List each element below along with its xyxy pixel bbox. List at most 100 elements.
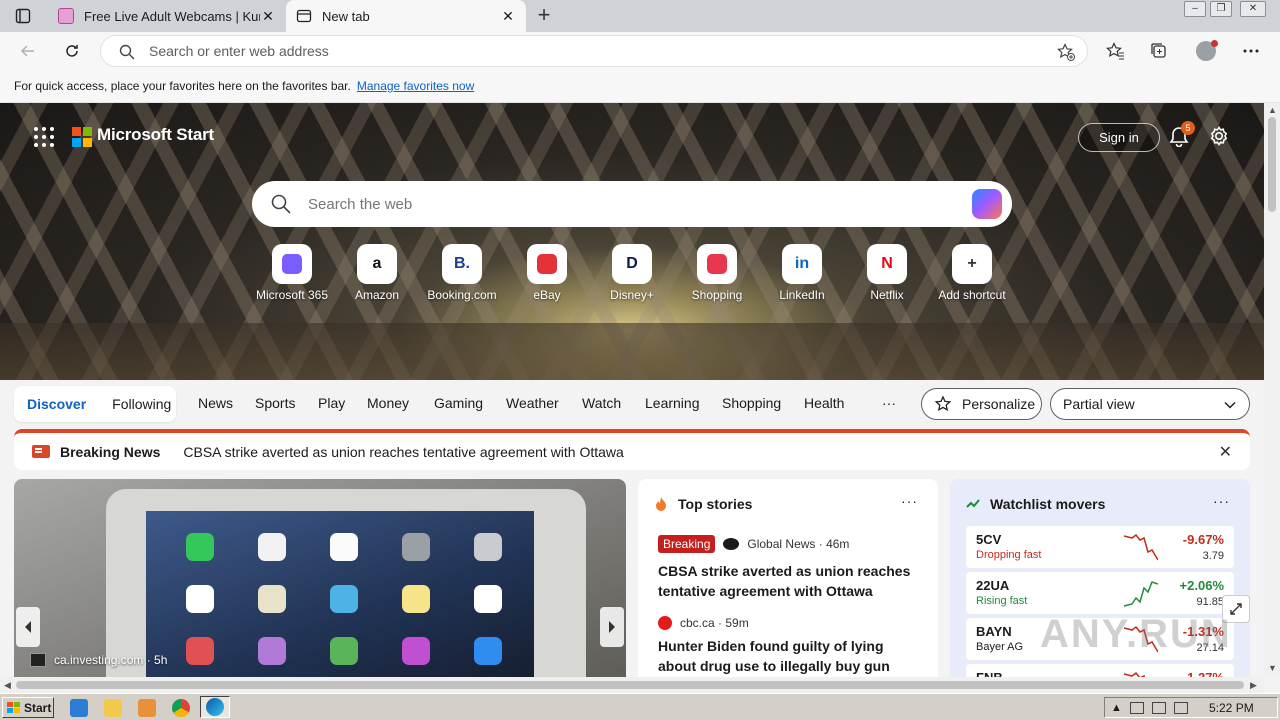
- ticker-change: -1.27%: [1183, 670, 1224, 677]
- shortcut-amazon[interactable]: a Amazon: [335, 244, 419, 302]
- watchlist-row[interactable]: 5CV Dropping fast -9.67% 3.79: [966, 526, 1234, 568]
- brand-title[interactable]: Microsoft Start: [97, 125, 214, 145]
- card-more-button[interactable]: ···: [901, 493, 918, 509]
- scroll-right-icon[interactable]: ▶: [1250, 680, 1257, 691]
- tab-webcams[interactable]: Free Live Adult Webcams | KumC ✕: [48, 0, 286, 32]
- shortcut-ebay[interactable]: eBay: [505, 244, 589, 302]
- internet-explorer-icon[interactable]: [70, 699, 88, 717]
- shortcut-shopping[interactable]: Shopping: [675, 244, 759, 302]
- scroll-up-icon[interactable]: ▲: [1268, 105, 1277, 115]
- address-bar[interactable]: Search or enter web address: [100, 35, 1088, 67]
- view-dropdown[interactable]: Partial view: [1050, 388, 1250, 420]
- source-logo-icon: [30, 653, 46, 667]
- breaking-news-banner[interactable]: Breaking News CBSA strike averted as uni…: [14, 429, 1250, 470]
- add-favorite-icon[interactable]: [1057, 43, 1075, 61]
- ticker-price: 91.85: [1196, 596, 1224, 608]
- horizontal-scrollbar[interactable]: ◀ ▶: [0, 677, 1264, 693]
- start-button[interactable]: Start: [2, 697, 54, 718]
- tab-actions-button[interactable]: [8, 5, 38, 27]
- story-item[interactable]: Breaking Global News · 46m CBSA strike a…: [658, 535, 924, 601]
- shortcut-microsoft-365[interactable]: Microsoft 365: [250, 244, 334, 302]
- nav-learning[interactable]: Learning: [645, 395, 700, 411]
- web-search-box[interactable]: Search the web: [252, 181, 1012, 227]
- card-more-button[interactable]: ···: [1213, 493, 1230, 509]
- story-item[interactable]: cbc.ca · 59m Hunter Biden found guilty o…: [658, 616, 924, 676]
- settings-more-button[interactable]: [1240, 40, 1262, 62]
- close-icon[interactable]: ✕: [1219, 442, 1232, 462]
- shortcut-add-shortcut[interactable]: + Add shortcut: [930, 244, 1014, 302]
- shortcut-linkedin[interactable]: in LinkedIn: [760, 244, 844, 302]
- flag-icon[interactable]: [1173, 701, 1188, 714]
- hero-carousel[interactable]: ca.investing.com · 5h: [14, 479, 626, 677]
- nav-watch[interactable]: Watch: [582, 395, 621, 411]
- collections-button[interactable]: [1148, 40, 1170, 62]
- manage-favorites-link[interactable]: Manage favorites now: [357, 79, 474, 93]
- story-headline[interactable]: Hunter Biden found guilty of lying about…: [658, 636, 924, 676]
- personalize-button[interactable]: Personalize: [921, 388, 1042, 420]
- shortcut-label: LinkedIn: [779, 288, 825, 302]
- nav-news[interactable]: News: [198, 395, 233, 411]
- settings-gear-icon[interactable]: [1208, 125, 1230, 147]
- nav-gaming[interactable]: Gaming: [434, 395, 483, 411]
- ticker-symbol: 5CV: [976, 532, 1002, 547]
- ticker-change: -9.67%: [1182, 532, 1224, 547]
- sign-in-button[interactable]: Sign in: [1078, 123, 1160, 152]
- scroll-down-icon[interactable]: ▼: [1268, 663, 1277, 673]
- tray-expand-icon[interactable]: ▲: [1111, 702, 1122, 714]
- close-window-button[interactable]: ✕: [1240, 1, 1266, 17]
- taskbar-edge-button[interactable]: [200, 696, 230, 718]
- watchlist-header: Watchlist movers: [966, 496, 1105, 512]
- refresh-button[interactable]: [60, 39, 84, 63]
- volume-icon[interactable]: [1129, 701, 1144, 714]
- shortcut-label: Amazon: [354, 288, 400, 302]
- file-explorer-icon[interactable]: [104, 699, 122, 717]
- tab-strip: Free Live Adult Webcams | KumC ✕ New tab…: [0, 0, 1280, 32]
- system-tray: ▲ 5:22 PM: [1104, 697, 1278, 718]
- vertical-scroll-thumb[interactable]: [1268, 117, 1276, 212]
- tab-new-tab[interactable]: New tab ✕: [286, 0, 526, 32]
- restore-button[interactable]: ❐: [1210, 1, 1232, 17]
- shortcut-netflix[interactable]: N Netflix: [845, 244, 929, 302]
- app-newsstand-icon: [330, 637, 358, 665]
- back-button[interactable]: [16, 39, 40, 63]
- copilot-icon[interactable]: [972, 189, 1002, 219]
- clock[interactable]: 5:22 PM: [1209, 701, 1254, 715]
- nav-play[interactable]: Play: [318, 395, 345, 411]
- nav-more[interactable]: ···: [882, 395, 896, 411]
- watchlist-row[interactable]: FNB -1.27%: [966, 664, 1234, 677]
- breaking-news-headline[interactable]: CBSA strike averted as union reaches ten…: [183, 444, 623, 460]
- chrome-icon[interactable]: [172, 699, 190, 717]
- shortcut-disney-[interactable]: D Disney+: [590, 244, 674, 302]
- vertical-scrollbar[interactable]: ▲ ▼: [1264, 103, 1280, 677]
- horizontal-scroll-thumb[interactable]: [16, 681, 1244, 689]
- search-icon: [271, 194, 291, 214]
- media-player-icon[interactable]: [138, 699, 156, 717]
- tab-discover[interactable]: Discover: [14, 396, 99, 412]
- web-search-placeholder: Search the web: [308, 195, 413, 213]
- app-notes-icon: [402, 585, 430, 613]
- app-launcher-icon[interactable]: [34, 127, 54, 147]
- sparkline-path: [1124, 533, 1158, 561]
- shortcut-label: Disney+: [610, 288, 654, 302]
- carousel-prev-button[interactable]: [16, 607, 40, 647]
- nav-weather[interactable]: Weather: [506, 395, 559, 411]
- site-favicon-icon: [58, 8, 74, 24]
- close-tab-icon[interactable]: ✕: [500, 8, 516, 25]
- network-icon[interactable]: [1151, 701, 1166, 714]
- scroll-left-icon[interactable]: ◀: [4, 680, 11, 691]
- minimize-button[interactable]: –: [1184, 1, 1206, 17]
- carousel-next-button[interactable]: [600, 607, 624, 647]
- nav-health[interactable]: Health: [804, 395, 844, 411]
- shortcut-booking-com[interactable]: B. Booking.com: [420, 244, 504, 302]
- favorites-button[interactable]: [1104, 40, 1126, 62]
- new-tab-button[interactable]: +: [532, 4, 556, 28]
- tab-following[interactable]: Following: [99, 396, 184, 412]
- nav-shopping[interactable]: Shopping: [722, 395, 781, 411]
- watchlist-row[interactable]: 22UA Rising fast +2.06% 91.85: [966, 572, 1234, 614]
- story-headline[interactable]: CBSA strike averted as union reaches ten…: [658, 561, 924, 601]
- nav-money[interactable]: Money: [367, 395, 409, 411]
- nav-sports[interactable]: Sports: [255, 395, 295, 411]
- chevron-down-icon: [1224, 401, 1236, 409]
- shortcut-label: Booking.com: [427, 288, 497, 302]
- close-tab-icon[interactable]: ✕: [260, 8, 276, 25]
